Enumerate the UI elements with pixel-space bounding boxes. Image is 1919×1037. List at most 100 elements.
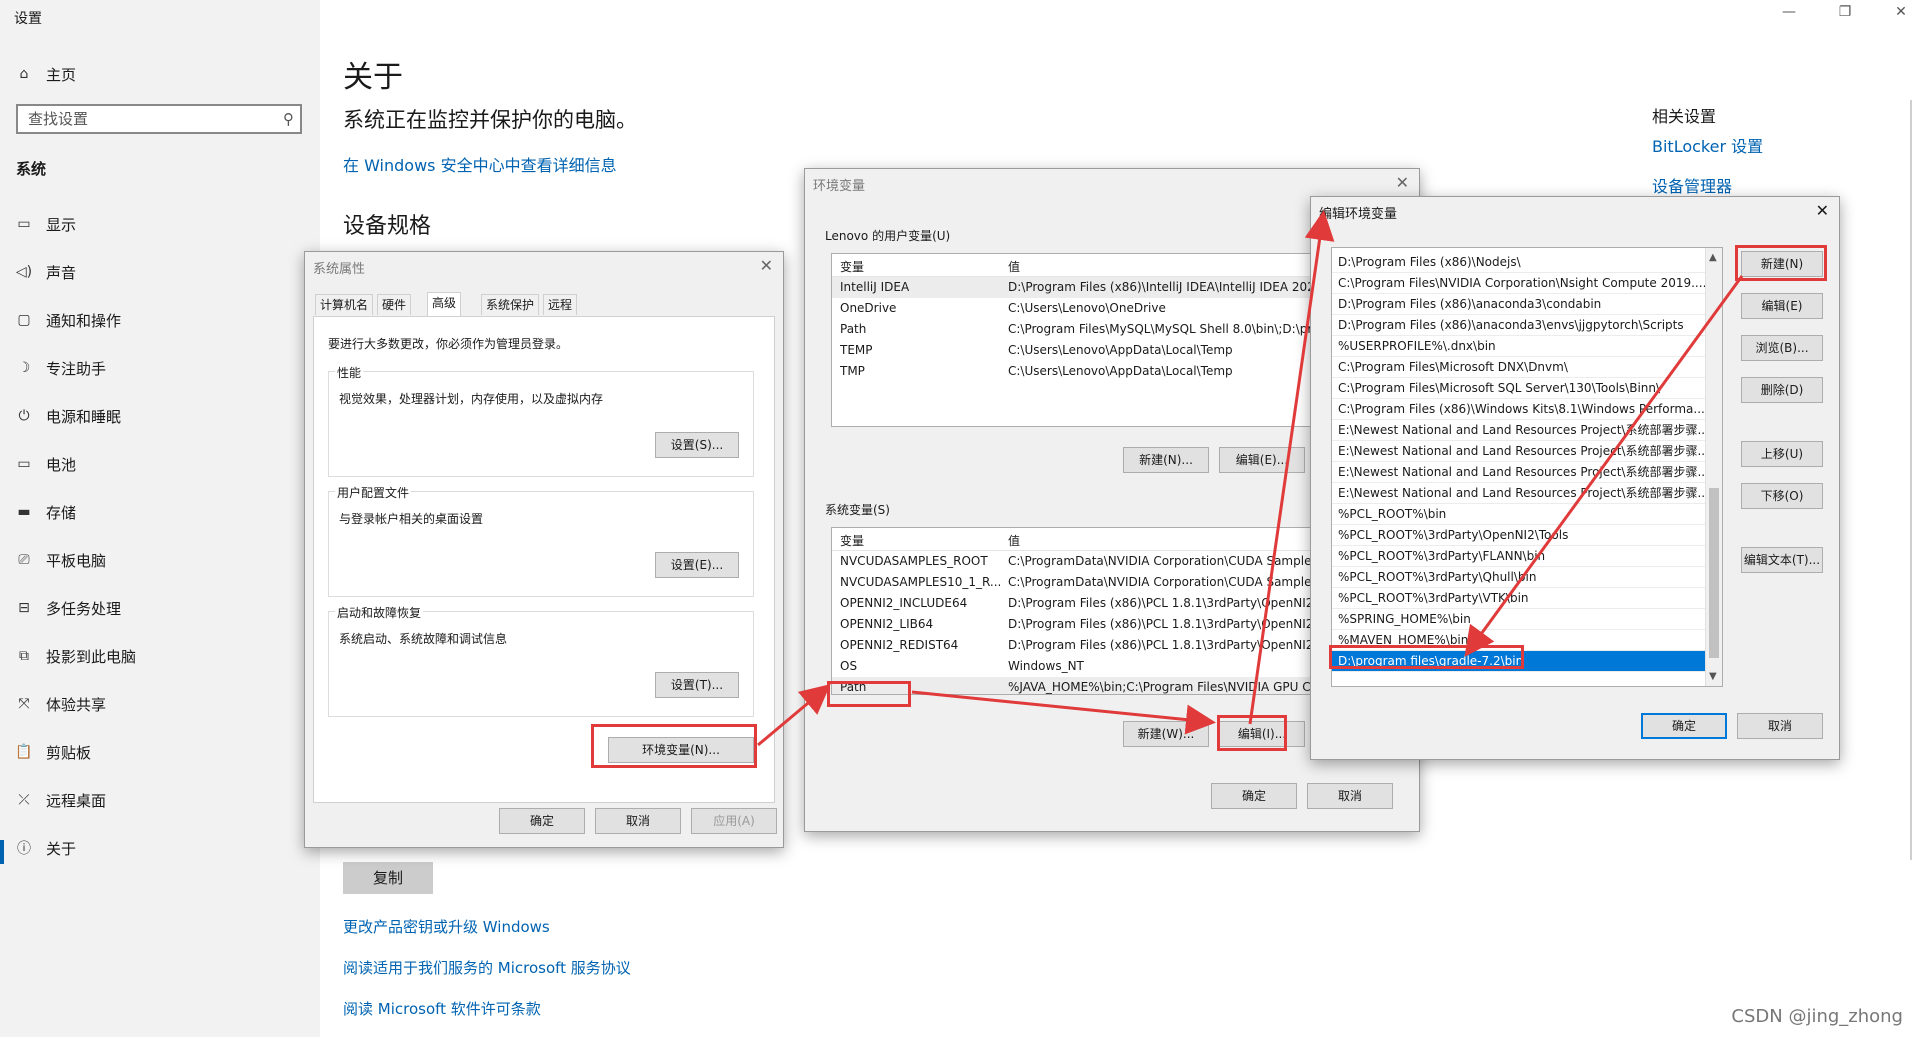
list-item[interactable]: D:\Program Files (x86)\Nodejs\ bbox=[1332, 252, 1706, 273]
search-input[interactable]: 查找设置 ⚲ bbox=[16, 104, 302, 134]
edit-text-button[interactable]: 编辑文本(T)... bbox=[1741, 547, 1823, 573]
table-row[interactable]: Path C:\Program Files\MySQL\MySQL Shell 8… bbox=[832, 319, 1332, 340]
close-icon[interactable]: ✕ bbox=[1893, 4, 1909, 20]
list-item[interactable]: E:\Newest National and Land Resources Pr… bbox=[1332, 483, 1706, 504]
profile-settings-button[interactable]: 设置(E)... bbox=[655, 552, 739, 578]
ok-button[interactable]: 确定 bbox=[1211, 783, 1297, 809]
user-new-button[interactable]: 新建(N)... bbox=[1123, 447, 1209, 473]
sidebar-item-battery[interactable]: ▭ 电池 bbox=[14, 450, 76, 478]
sidebar-item-storage[interactable]: ▬ 存储 bbox=[14, 498, 76, 526]
sidebar-item-focus[interactable]: ☽ 专注助手 bbox=[14, 354, 106, 382]
bitlocker-link[interactable]: BitLocker 设置 bbox=[1652, 133, 1763, 157]
table-row[interactable]: IntelliJ IDEA D:\Program Files (x86)\Inte… bbox=[832, 277, 1332, 298]
close-icon[interactable]: ✕ bbox=[1816, 201, 1829, 220]
list-item[interactable]: %PCL_ROOT%\3rdParty\OpenNI2\Tools bbox=[1332, 525, 1706, 546]
table-row[interactable]: OPENNI2_REDIST64 D:\Program Files (x86)\P… bbox=[832, 635, 1332, 656]
info-icon: ⓘ bbox=[17, 841, 31, 857]
delete-button[interactable]: 删除(D) bbox=[1741, 377, 1823, 403]
edit-button[interactable]: 编辑(E) bbox=[1741, 293, 1823, 319]
system-vars-list[interactable]: 变量 值 NVCUDASAMPLES_ROOT C:\ProgramData\NV… bbox=[831, 527, 1333, 695]
list-item[interactable]: E:\Newest National and Land Resources Pr… bbox=[1332, 441, 1706, 462]
table-row[interactable]: NVCUDASAMPLES10_1_R... C:\ProgramData\NVI… bbox=[832, 572, 1332, 593]
sidebar-item-tablet[interactable]: ⎚ 平板电脑 bbox=[14, 546, 106, 574]
sidebar-home[interactable]: ⌂ 主页 bbox=[14, 60, 76, 88]
table-row[interactable]: TEMP C:\Users\Lenovo\AppData\Local\Temp bbox=[832, 340, 1332, 361]
table-row[interactable]: OS Windows_NT bbox=[832, 656, 1332, 677]
sidebar-item-notifications[interactable]: ▢ 通知和操作 bbox=[14, 306, 121, 334]
sidebar-item-multitask[interactable]: ⊟ 多任务处理 bbox=[14, 594, 121, 622]
list-item[interactable]: %USERPROFILE%\.dnx\bin bbox=[1332, 336, 1706, 357]
sidebar-item-share[interactable]: ⤧ 体验共享 bbox=[14, 690, 106, 718]
close-icon[interactable]: ✕ bbox=[760, 256, 773, 275]
sidebar-item-label: 关于 bbox=[46, 839, 77, 858]
sidebar-item-display[interactable]: ▭ 显示 bbox=[14, 210, 76, 238]
tab-advanced[interactable]: 高级 bbox=[427, 292, 462, 316]
cancel-button[interactable]: 取消 bbox=[1307, 783, 1393, 809]
list-item[interactable]: C:\Program Files (x86)\Windows Kits\8.1\… bbox=[1332, 399, 1706, 420]
scroll-up-icon[interactable]: ▲ bbox=[1709, 252, 1717, 263]
list-item[interactable]: E:\Newest National and Land Resources Pr… bbox=[1332, 462, 1706, 483]
tab-remote[interactable]: 远程 bbox=[543, 294, 578, 315]
cancel-button[interactable]: 取消 bbox=[1737, 713, 1823, 739]
restore-icon[interactable]: ❐ bbox=[1837, 4, 1853, 20]
scrollbar[interactable]: ▲ ▼ bbox=[1705, 248, 1722, 686]
list-item[interactable]: C:\Program Files\Microsoft SQL Server\13… bbox=[1332, 378, 1706, 399]
sidebar-item-clipboard[interactable]: 📋 剪贴板 bbox=[14, 738, 91, 766]
tab-computer-name[interactable]: 计算机名 bbox=[315, 294, 374, 315]
table-row[interactable]: OneDrive C:\Users\Lenovo\OneDrive bbox=[832, 298, 1332, 319]
list-item[interactable]: D:\Program Files (x86)\anaconda3\condabi… bbox=[1332, 294, 1706, 315]
list-item[interactable]: %PCL_ROOT%\3rdParty\Qhull\bin bbox=[1332, 567, 1706, 588]
service-agreement-link[interactable]: 阅读适用于我们服务的 Microsoft 服务协议 bbox=[343, 957, 631, 978]
product-key-link[interactable]: 更改产品密钥或升级 Windows bbox=[343, 916, 550, 937]
scrollbar[interactable] bbox=[1910, 100, 1912, 860]
license-terms-link[interactable]: 阅读 Microsoft 软件许可条款 bbox=[343, 998, 541, 1019]
table-row[interactable]: OPENNI2_INCLUDE64 D:\Program Files (x86)\… bbox=[832, 593, 1332, 614]
list-item[interactable]: D:\Program Files (x86)\anaconda3\envs\jj… bbox=[1332, 315, 1706, 336]
table-row[interactable]: OPENNI2_LIB64 D:\Program Files (x86)\PCL … bbox=[832, 614, 1332, 635]
tab-system-protection[interactable]: 系统保护 bbox=[481, 294, 540, 315]
copy-button[interactable]: 复制 bbox=[343, 862, 433, 894]
scroll-thumb[interactable] bbox=[1709, 488, 1719, 658]
group-label: 性能 bbox=[335, 364, 364, 381]
security-center-link[interactable]: 在 Windows 安全中心中查看详细信息 bbox=[343, 152, 617, 176]
user-edit-button[interactable]: 编辑(E)... bbox=[1219, 447, 1305, 473]
sidebar-item-sound[interactable]: ◁) 声音 bbox=[14, 258, 76, 286]
dialog-title: 环境变量 bbox=[813, 179, 866, 194]
user-vars-list[interactable]: 变量 值 IntelliJ IDEA D:\Program Files (x86)… bbox=[831, 253, 1333, 427]
highlight-box bbox=[1735, 245, 1827, 281]
table-row[interactable]: NVCUDASAMPLES_ROOT C:\ProgramData\NVIDIA … bbox=[832, 551, 1332, 572]
list-item[interactable]: E:\Newest National and Land Resources Pr… bbox=[1332, 420, 1706, 441]
sidebar-item-power[interactable]: ⏻ 电源和睡眠 bbox=[14, 402, 121, 430]
list-item[interactable]: C:\Program Files\NVIDIA Corporation\Nsig… bbox=[1332, 273, 1706, 294]
list-item[interactable]: C:\Program Files\Microsoft DNX\Dnvm\ bbox=[1332, 357, 1706, 378]
sidebar-item-remote[interactable]: ⤫ 远程桌面 bbox=[14, 786, 106, 814]
list-item[interactable]: %PCL_ROOT%\3rdParty\FLANN\bin bbox=[1332, 546, 1706, 567]
list-item[interactable]: %SPRING_HOME%\bin bbox=[1332, 609, 1706, 630]
device-manager-link[interactable]: 设备管理器 bbox=[1652, 173, 1732, 197]
table-row[interactable]: TMP C:\Users\Lenovo\AppData\Local\Temp bbox=[832, 361, 1332, 382]
scroll-down-icon[interactable]: ▼ bbox=[1709, 671, 1717, 682]
performance-settings-button[interactable]: 设置(S)... bbox=[655, 432, 739, 458]
tab-hardware[interactable]: 硬件 bbox=[377, 294, 412, 315]
var-value: C:\ProgramData\NVIDIA Corporation\CUDA S… bbox=[1008, 575, 1318, 589]
ok-button[interactable]: 确定 bbox=[1641, 713, 1727, 739]
close-icon[interactable]: ✕ bbox=[1396, 173, 1409, 192]
path-entries-list[interactable]: D:\Program Files (x86)\Nodejs\ C:\Program… bbox=[1331, 247, 1723, 687]
edit-environment-variable-dialog: 编辑环境变量 ✕ D:\Program Files (x86)\Nodejs\ C… bbox=[1310, 196, 1840, 760]
sidebar-item-project[interactable]: ⧉ 投影到此电脑 bbox=[14, 642, 136, 670]
sidebar-item-about[interactable]: ⓘ 关于 bbox=[14, 834, 76, 862]
apply-button[interactable]: 应用(A) bbox=[691, 808, 777, 834]
minimize-icon[interactable]: — bbox=[1781, 4, 1797, 20]
move-up-button[interactable]: 上移(U) bbox=[1741, 441, 1823, 467]
list-item[interactable]: %PCL_ROOT%\3rdParty\VTK\bin bbox=[1332, 588, 1706, 609]
system-new-button[interactable]: 新建(W)... bbox=[1123, 721, 1209, 747]
startup-settings-button[interactable]: 设置(T)... bbox=[655, 672, 739, 698]
ok-button[interactable]: 确定 bbox=[499, 808, 585, 834]
sidebar-item-label: 电池 bbox=[46, 455, 77, 474]
list-item[interactable]: %PCL_ROOT%\bin bbox=[1332, 504, 1706, 525]
highlight-box bbox=[591, 724, 757, 768]
browse-button[interactable]: 浏览(B)... bbox=[1741, 335, 1823, 361]
dialog-title: 系统属性 bbox=[313, 262, 366, 277]
cancel-button[interactable]: 取消 bbox=[595, 808, 681, 834]
move-down-button[interactable]: 下移(O) bbox=[1741, 483, 1823, 509]
